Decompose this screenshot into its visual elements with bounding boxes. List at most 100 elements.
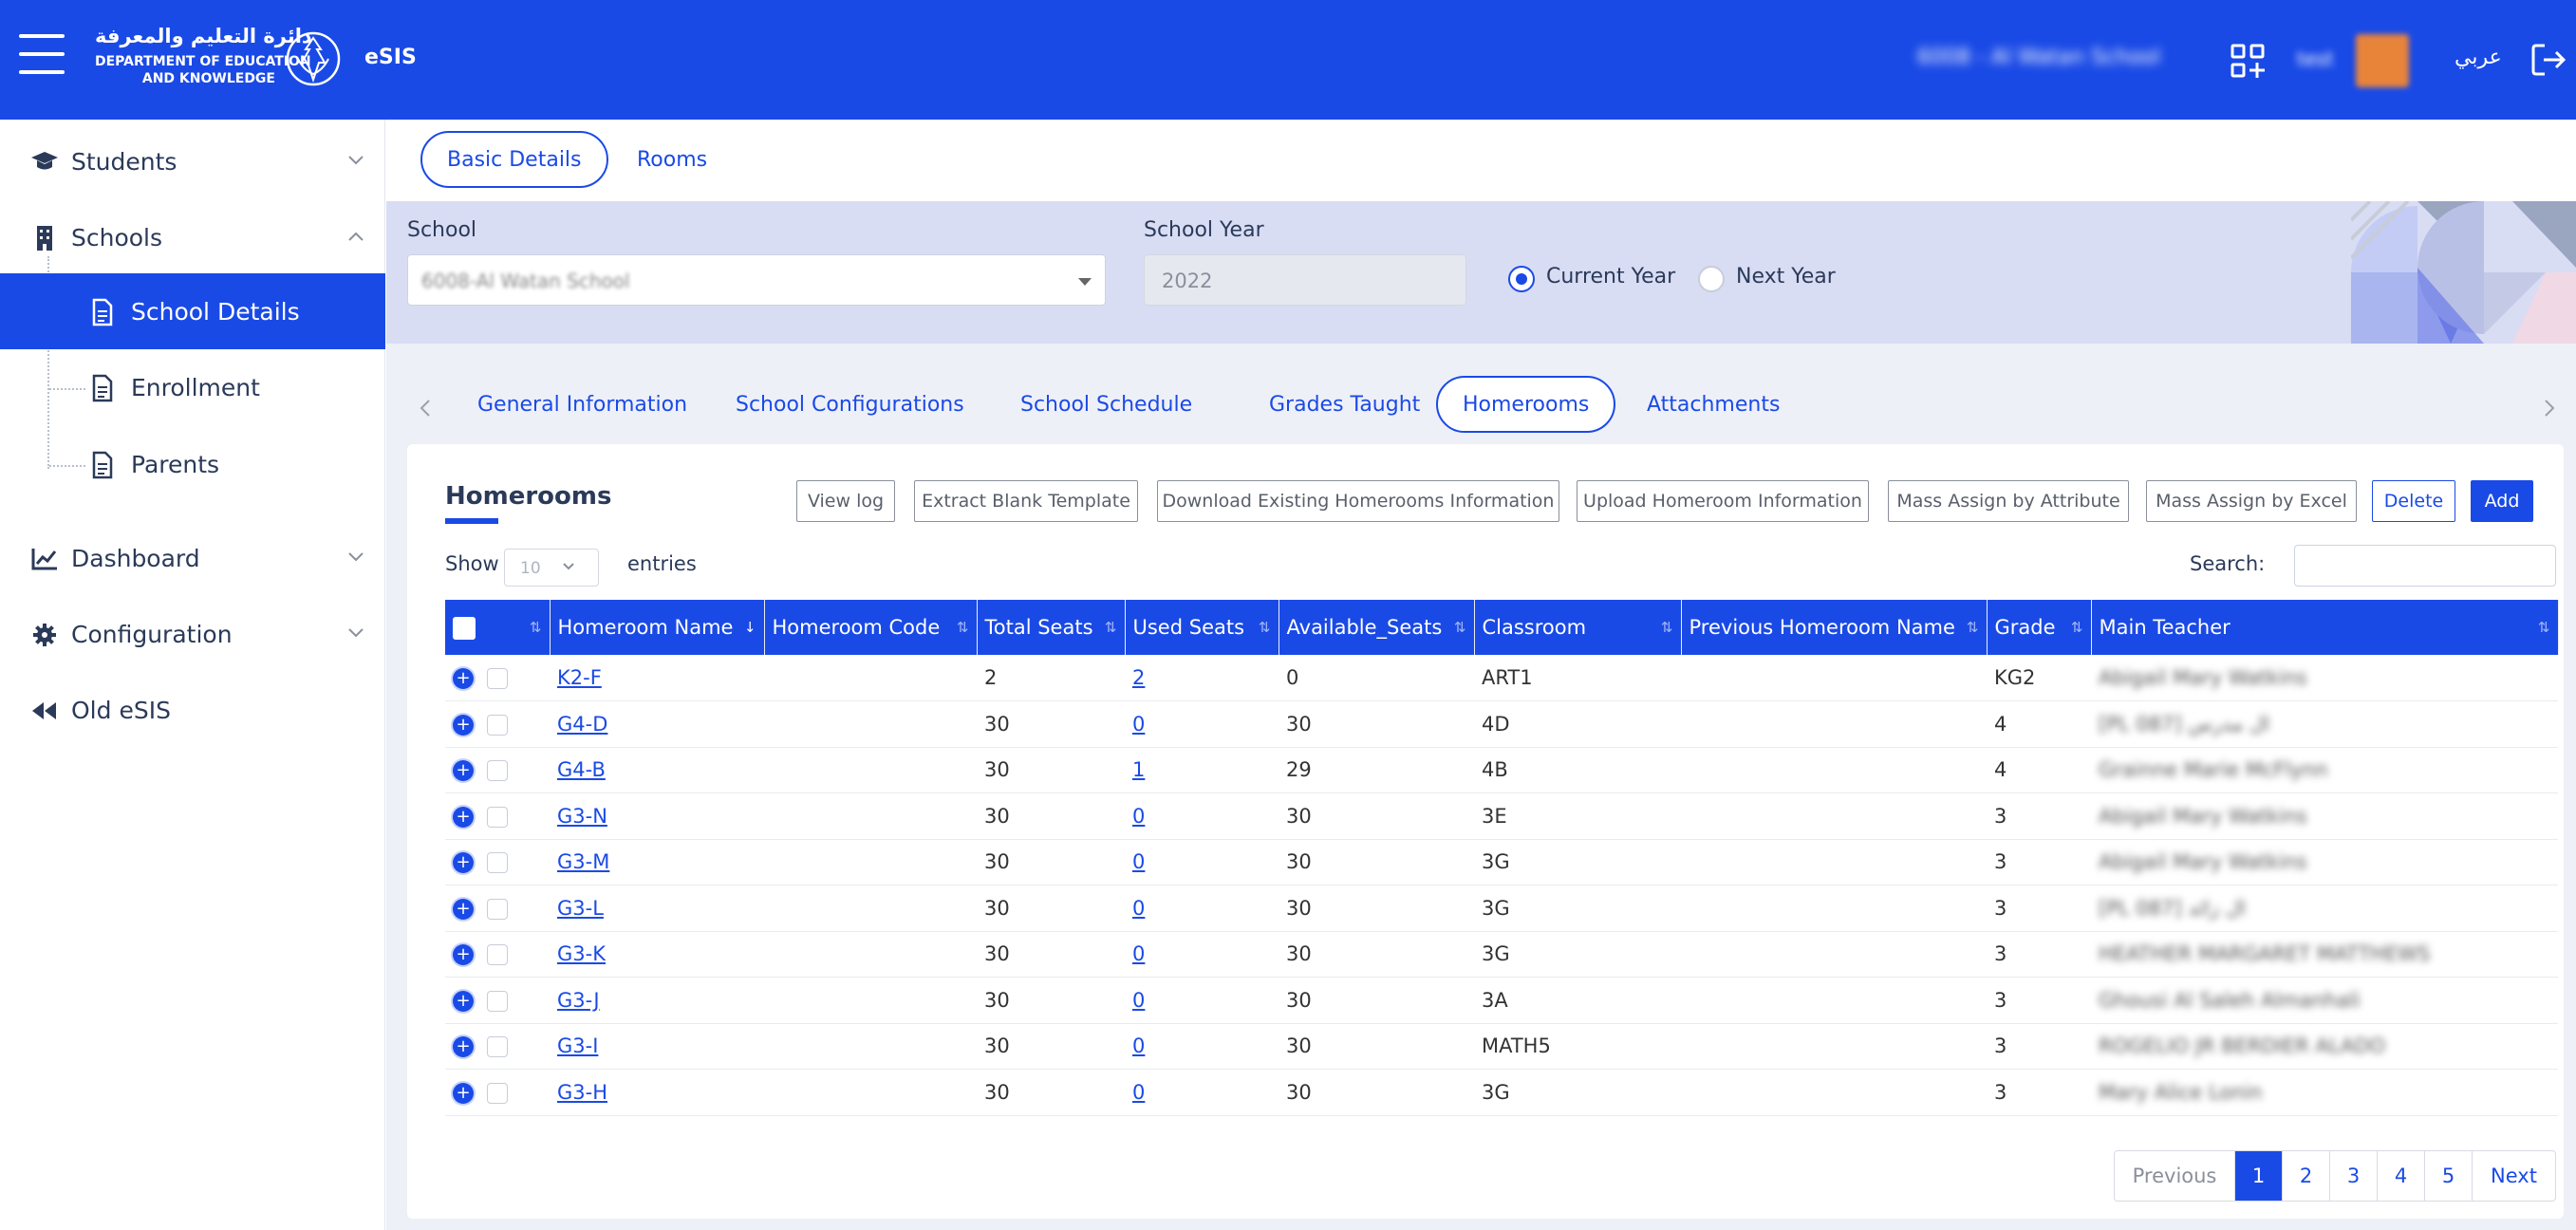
avatar[interactable] bbox=[2356, 34, 2409, 87]
page-button[interactable]: 1 bbox=[2234, 1151, 2282, 1201]
page-button[interactable]: 4 bbox=[2377, 1151, 2424, 1201]
column-header[interactable]: Classroom ⇅ bbox=[1474, 600, 1682, 655]
upload-homeroom-button[interactable]: Upload Homeroom Information bbox=[1577, 480, 1869, 522]
current-year-radio[interactable]: Current Year bbox=[1508, 264, 1698, 292]
tab-attachments[interactable]: Attachments bbox=[1622, 376, 1804, 433]
chevron-left-icon[interactable] bbox=[419, 399, 432, 418]
sidebar-item-students[interactable]: Students bbox=[0, 123, 385, 199]
sidebar-item-parents[interactable]: Parents bbox=[0, 426, 385, 502]
row-checkbox[interactable] bbox=[487, 760, 508, 782]
homeroom-name-link[interactable]: G4-B bbox=[557, 758, 606, 781]
row-checkbox[interactable] bbox=[487, 944, 508, 966]
row-checkbox[interactable] bbox=[487, 990, 508, 1012]
tab-basic-details[interactable]: Basic Details bbox=[420, 131, 608, 188]
column-header[interactable]: Main Teacher ⇅ bbox=[2091, 600, 2559, 655]
select-all-checkbox[interactable] bbox=[453, 616, 476, 640]
column-header[interactable]: Available_Seats ⇅ bbox=[1279, 600, 1475, 655]
expand-row-icon[interactable]: + bbox=[453, 760, 474, 782]
column-header[interactable]: Grade ⇅ bbox=[1987, 600, 2092, 655]
row-checkbox[interactable] bbox=[487, 852, 508, 874]
sort-icon[interactable]: ⇅ bbox=[1967, 619, 1979, 636]
used-seats-link[interactable]: 1 bbox=[1132, 758, 1145, 781]
sidebar-item-dashboard[interactable]: Dashboard bbox=[0, 520, 385, 596]
homeroom-name-link[interactable]: G3-J bbox=[557, 989, 600, 1012]
page-button[interactable]: 3 bbox=[2329, 1151, 2377, 1201]
sort-icon[interactable]: ⇅ bbox=[957, 619, 969, 636]
sidebar-item-enrollment[interactable]: Enrollment bbox=[0, 349, 385, 425]
department-logo[interactable]: دائرة التعليم والمعرفة DEPARTMENT OF EDU… bbox=[95, 21, 344, 99]
used-seats-link[interactable]: 0 bbox=[1132, 1081, 1145, 1104]
tab-general-information[interactable]: General Information bbox=[453, 376, 712, 433]
expand-row-icon[interactable]: + bbox=[453, 806, 474, 828]
user-name[interactable]: test bbox=[2297, 47, 2333, 70]
search-input[interactable] bbox=[2294, 545, 2556, 587]
homeroom-name-link[interactable]: G3-N bbox=[557, 805, 607, 828]
next-page-button[interactable]: Next bbox=[2472, 1151, 2555, 1201]
expand-row-icon[interactable]: + bbox=[453, 990, 474, 1012]
expand-row-icon[interactable]: + bbox=[453, 714, 474, 736]
chevron-right-icon[interactable] bbox=[2543, 399, 2556, 418]
current-school-name[interactable]: 6008 - Al Watan School bbox=[1917, 46, 2160, 69]
tab-homerooms[interactable]: Homerooms bbox=[1436, 376, 1616, 433]
expand-row-icon[interactable]: + bbox=[453, 1082, 474, 1104]
radio-circle[interactable] bbox=[1508, 266, 1535, 292]
expand-row-icon[interactable]: + bbox=[453, 668, 474, 689]
select-all-header[interactable]: ⇅ bbox=[445, 600, 551, 655]
used-seats-link[interactable]: 0 bbox=[1132, 942, 1145, 965]
homeroom-name-link[interactable]: G3-I bbox=[557, 1034, 598, 1057]
homeroom-name-link[interactable]: G3-L bbox=[557, 897, 604, 920]
add-button[interactable]: Add bbox=[2471, 480, 2533, 522]
expand-row-icon[interactable]: + bbox=[453, 852, 474, 874]
sort-desc-icon[interactable]: ↓ bbox=[744, 619, 756, 636]
homeroom-name-link[interactable]: G3-K bbox=[557, 942, 606, 965]
tab-school-schedule[interactable]: School Schedule bbox=[996, 376, 1217, 433]
sort-icon[interactable]: ⇅ bbox=[1454, 619, 1466, 636]
apps-grid-icon[interactable] bbox=[2231, 44, 2265, 78]
delete-button[interactable]: Delete bbox=[2372, 480, 2455, 522]
homeroom-name-link[interactable]: G4-D bbox=[557, 713, 607, 736]
used-seats-link[interactable]: 0 bbox=[1132, 713, 1145, 736]
row-checkbox[interactable] bbox=[487, 714, 508, 736]
school-select[interactable]: 6008-Al Watan School bbox=[407, 254, 1106, 306]
used-seats-link[interactable]: 0 bbox=[1132, 1034, 1145, 1057]
sort-icon[interactable]: ⇅ bbox=[1105, 619, 1117, 636]
homeroom-name-link[interactable]: G3-H bbox=[557, 1081, 607, 1104]
row-checkbox[interactable] bbox=[487, 668, 508, 689]
radio-circle[interactable] bbox=[1698, 266, 1725, 292]
column-header[interactable]: Homeroom Code ⇅ bbox=[764, 600, 978, 655]
homeroom-name-link[interactable]: K2-F bbox=[557, 666, 602, 689]
sort-icon[interactable]: ⇅ bbox=[2071, 619, 2083, 636]
page-length-select[interactable]: 10 bbox=[504, 549, 599, 587]
homeroom-name-link[interactable]: G3-M bbox=[557, 850, 609, 873]
logout-icon[interactable] bbox=[2530, 42, 2567, 78]
page-button[interactable]: 5 bbox=[2424, 1151, 2472, 1201]
row-checkbox[interactable] bbox=[487, 1036, 508, 1058]
sort-icon[interactable]: ⇅ bbox=[1661, 619, 1673, 636]
sidebar-item-schools[interactable]: Schools bbox=[0, 199, 385, 275]
expand-row-icon[interactable]: + bbox=[453, 1036, 474, 1058]
page-button[interactable]: 2 bbox=[2282, 1151, 2329, 1201]
used-seats-link[interactable]: 0 bbox=[1132, 850, 1145, 873]
mass-assign-attribute-button[interactable]: Mass Assign by Attribute bbox=[1888, 480, 2129, 522]
used-seats-link[interactable]: 2 bbox=[1132, 666, 1145, 689]
expand-row-icon[interactable]: + bbox=[453, 898, 474, 920]
mass-assign-excel-button[interactable]: Mass Assign by Excel bbox=[2146, 480, 2357, 522]
hamburger-icon[interactable] bbox=[19, 34, 65, 78]
tab-grades-taught[interactable]: Grades Taught bbox=[1244, 376, 1445, 433]
column-header[interactable]: Homeroom Name ↓ bbox=[550, 600, 765, 655]
sidebar-item-configuration[interactable]: Configuration bbox=[0, 596, 385, 672]
sidebar-item-school-details[interactable]: School Details bbox=[0, 273, 385, 349]
row-checkbox[interactable] bbox=[487, 1082, 508, 1104]
next-year-radio[interactable]: Next Year bbox=[1698, 264, 1869, 292]
tab-school-configurations[interactable]: School Configurations bbox=[711, 376, 989, 433]
language-switch-link[interactable]: عربي bbox=[2455, 46, 2502, 69]
extract-template-button[interactable]: Extract Blank Template bbox=[914, 480, 1138, 522]
sort-icon[interactable]: ⇅ bbox=[2538, 619, 2550, 636]
previous-page-button[interactable]: Previous bbox=[2115, 1151, 2234, 1201]
row-checkbox[interactable] bbox=[487, 806, 508, 828]
row-checkbox[interactable] bbox=[487, 898, 508, 920]
column-header[interactable]: Used Seats ⇅ bbox=[1125, 600, 1279, 655]
used-seats-link[interactable]: 0 bbox=[1132, 805, 1145, 828]
expand-row-icon[interactable]: + bbox=[453, 944, 474, 966]
used-seats-link[interactable]: 0 bbox=[1132, 989, 1145, 1012]
